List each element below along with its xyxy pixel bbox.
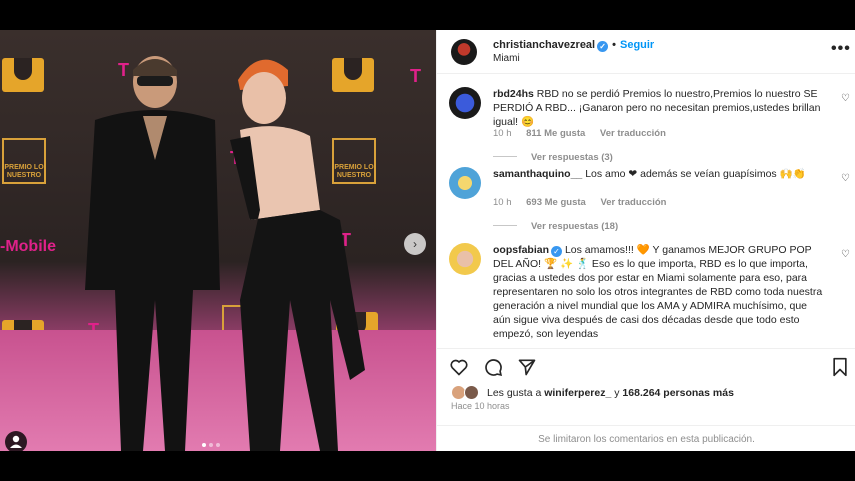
comment-content: Los amamos!!! 🧡 Y ganamos MEJOR GRUPO PO… <box>493 244 823 340</box>
post-header: christianchavezreal ✓ • Seguir Miami ••• <box>437 30 855 74</box>
translate-button[interactable]: Ver traducción <box>600 128 666 139</box>
tmobile-logo: T <box>410 66 421 86</box>
author-avatar[interactable] <box>451 39 477 65</box>
comment-like-icon[interactable]: ♡ <box>841 93 850 104</box>
tmobile-logo: -Mobile <box>0 238 56 255</box>
author-line: christianchavezreal ✓ • Seguir <box>493 39 655 52</box>
follow-button[interactable]: Seguir <box>620 39 654 51</box>
translate-button[interactable]: Ver traducción <box>600 197 666 208</box>
likes-text: Les gusta a winiferperez_ y 168.264 pers… <box>487 387 734 399</box>
comment-time: 10 h <box>493 128 512 139</box>
commenter-avatar[interactable] <box>449 243 481 275</box>
commenter-avatar[interactable] <box>449 167 481 199</box>
post-location[interactable]: Miami <box>493 53 520 64</box>
view-replies-button[interactable]: Ver respuestas (3) <box>493 152 613 163</box>
comment-text: oopsfabian ✓ Los amamos!!! 🧡 Y ganamos ME… <box>493 243 827 341</box>
comment-time: 10 h <box>493 197 512 208</box>
comment-icon[interactable] <box>483 357 503 377</box>
commenter-username[interactable]: samanthaquino__ <box>493 168 582 180</box>
comment-content: Los amo ❤ además se veían guapísimos 🙌👏 <box>585 168 806 180</box>
comment-content: RBD no se perdió Premios lo nuestro,Prem… <box>493 88 821 128</box>
comments-limited-notice: Se limitaron los comentarios en esta pub… <box>437 425 855 451</box>
comments-list[interactable]: rbd24hs RBD no se perdió Premios lo nues… <box>437 75 855 347</box>
bookmark-icon[interactable] <box>831 357 849 377</box>
comment-text: rbd24hs RBD no se perdió Premios lo nues… <box>493 87 827 129</box>
comments-panel: christianchavezreal ✓ • Seguir Miami ••• rb… <box>436 30 855 451</box>
like-icon[interactable] <box>449 357 469 377</box>
share-icon[interactable] <box>517 357 537 377</box>
commenter-avatar[interactable] <box>449 87 481 119</box>
tagged-user-icon[interactable] <box>5 431 27 451</box>
univision-logo <box>2 58 44 92</box>
person-orange-hair <box>230 59 365 451</box>
post-timestamp[interactable]: Hace 10 horas <box>451 401 510 411</box>
liker-username[interactable]: winiferperez_ <box>544 387 611 399</box>
view-replies-button[interactable]: Ver respuestas (18) <box>493 221 618 232</box>
post-photo[interactable]: PREMIO LO NUESTRO PREMIO LO NUESTRO PREM… <box>0 30 436 451</box>
author-username[interactable]: christianchavezreal <box>493 39 595 51</box>
post-actions <box>437 348 855 384</box>
likes-count[interactable]: 168.264 personas más <box>622 387 734 399</box>
verified-icon: ✓ <box>551 246 563 257</box>
premio-logo: PREMIO LO NUESTRO <box>2 138 46 184</box>
likes-summary: Les gusta a winiferperez_ y 168.264 pers… <box>451 385 851 403</box>
comment-meta: 10 h 693 Me gusta Ver traducción <box>493 197 678 208</box>
next-photo-button[interactable]: › <box>404 233 426 255</box>
comment-likes[interactable]: 693 Me gusta <box>526 197 586 208</box>
user-icon <box>10 435 22 448</box>
post-modal: PREMIO LO NUESTRO PREMIO LO NUESTRO PREM… <box>0 30 855 451</box>
comment-like-icon[interactable]: ♡ <box>841 249 850 260</box>
verified-icon: ✓ <box>597 41 609 52</box>
comment-like-icon[interactable]: ♡ <box>841 173 850 184</box>
comment-meta: 10 h 811 Me gusta Ver traducción <box>493 128 678 139</box>
liker-avatar[interactable] <box>464 385 479 400</box>
commenter-username[interactable]: rbd24hs <box>493 88 534 100</box>
person-in-suit <box>85 56 220 451</box>
more-options-icon[interactable]: ••• <box>831 40 851 58</box>
comment-likes[interactable]: 811 Me gusta <box>526 128 585 139</box>
carousel-indicator <box>202 443 220 447</box>
comment-text: samanthaquino__ Los amo ❤ además se veía… <box>493 167 827 181</box>
commenter-username[interactable]: oopsfabian <box>493 244 549 256</box>
